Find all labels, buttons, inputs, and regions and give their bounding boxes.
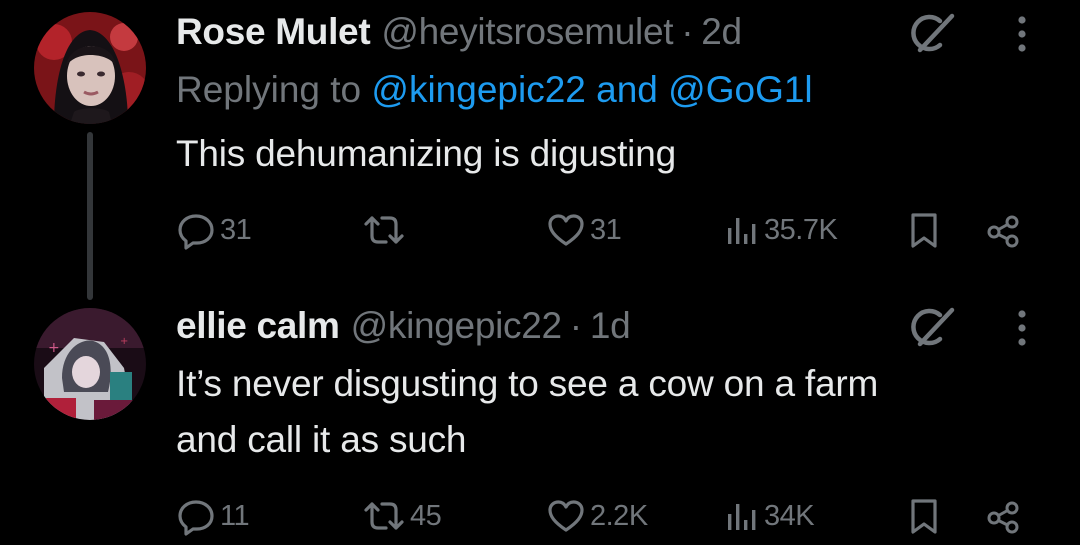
tweet-text-line: This dehumanizing is digusting <box>176 133 676 174</box>
action-bar: 31 31 35.7K <box>176 210 1036 250</box>
views-button[interactable]: 35.7K <box>724 210 838 250</box>
more-options-icon[interactable] <box>1012 14 1032 61</box>
mention-link-2[interactable]: @GoG1l <box>668 69 813 111</box>
replying-to-label: Replying to <box>176 69 362 110</box>
avatar-rose-mulet[interactable] <box>34 12 146 124</box>
timestamp[interactable]: 2d <box>701 11 742 53</box>
bookmark-icon <box>911 499 937 534</box>
tweet-header: Rose Mulet @heyitsrosemulet · 2d <box>176 10 742 54</box>
thread-connector-line <box>87 132 93 300</box>
share-button[interactable] <box>984 496 1024 536</box>
like-count: 31 <box>590 213 622 246</box>
mention-link-1[interactable]: @kingepic22 <box>371 69 585 111</box>
reply-icon <box>178 500 214 536</box>
bookmark-icon <box>911 213 937 248</box>
repost-icon <box>364 502 404 530</box>
tweet-1[interactable]: Rose Mulet @heyitsrosemulet · 2d Replyin… <box>0 0 1080 300</box>
like-icon <box>548 500 584 532</box>
author-name[interactable]: ellie calm <box>176 305 340 347</box>
reply-button[interactable]: 31 <box>176 210 252 250</box>
repost-count: 45 <box>410 499 442 532</box>
like-button[interactable]: 31 <box>546 210 622 250</box>
tweet-text: This dehumanizing is digusting <box>176 126 676 182</box>
timestamp[interactable]: 1d <box>590 305 631 347</box>
grok-icon[interactable] <box>904 306 956 355</box>
author-handle[interactable]: @kingepic22 <box>351 305 562 347</box>
tweet-text-line: and call it as such <box>176 419 467 460</box>
reply-icon <box>178 214 214 250</box>
author-handle[interactable]: @heyitsrosemulet <box>381 11 673 53</box>
bookmark-button[interactable] <box>906 210 942 250</box>
like-count: 2.2K <box>590 499 648 532</box>
action-bar: 11 45 2.2K 34K <box>176 496 1036 536</box>
svg-text:+: + <box>48 340 60 356</box>
more-options-icon[interactable] <box>1012 308 1032 355</box>
mention-and: and <box>596 69 658 110</box>
svg-text:+: + <box>120 336 128 347</box>
reply-count: 11 <box>220 499 250 532</box>
tweet-2[interactable]: + + ellie calm @kingepic22 · 1d It’s nev… <box>0 300 1080 545</box>
share-icon <box>987 501 1019 534</box>
views-button[interactable]: 34K <box>724 496 815 536</box>
repost-button[interactable]: 45 <box>362 496 442 536</box>
tweet-text: It’s never disgusting to see a cow on a … <box>176 356 878 468</box>
grok-icon[interactable] <box>904 12 956 61</box>
tweet-header: ellie calm @kingepic22 · 1d <box>176 304 631 348</box>
tweet-text-line: It’s never disgusting to see a cow on a … <box>176 363 879 404</box>
views-icon <box>728 218 756 244</box>
author-name[interactable]: Rose Mulet <box>176 11 371 53</box>
replying-to: Replying to @kingepic22 and @GoG1l <box>176 68 813 112</box>
view-count: 35.7K <box>764 213 838 246</box>
view-count: 34K <box>764 499 815 532</box>
separator-dot: · <box>569 305 582 346</box>
like-button[interactable]: 2.2K <box>546 496 648 536</box>
reply-count: 31 <box>220 213 252 246</box>
repost-button[interactable] <box>362 210 410 250</box>
repost-icon <box>364 216 404 244</box>
share-button[interactable] <box>984 210 1024 250</box>
bookmark-button[interactable] <box>906 496 942 536</box>
share-icon <box>987 215 1019 248</box>
avatar-ellie-calm[interactable]: + + <box>34 308 146 420</box>
separator-dot: · <box>681 11 694 52</box>
views-icon <box>728 504 756 530</box>
reply-button[interactable]: 11 <box>176 496 250 536</box>
like-icon <box>548 214 584 246</box>
